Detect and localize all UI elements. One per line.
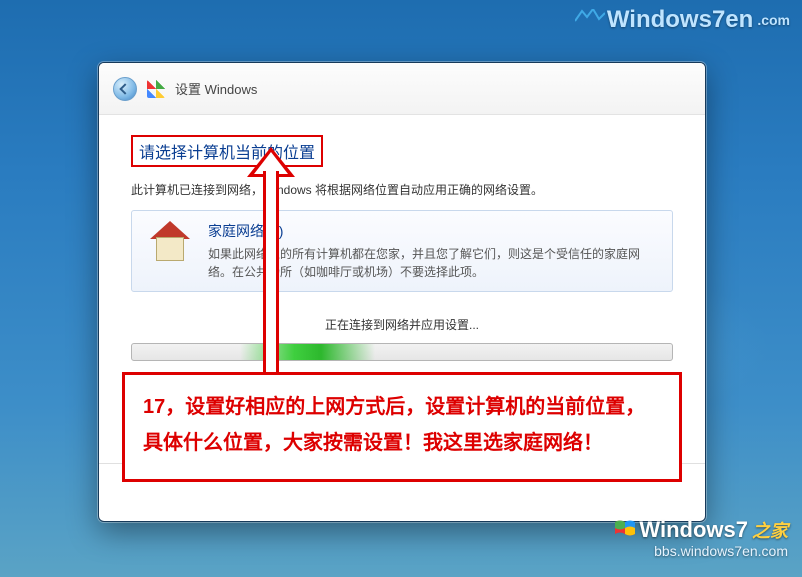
dialog-body: 请选择计算机当前的位置 此计算机已连接到网络，Windows 将根据网络位置自动… [99, 115, 705, 381]
watermark-top: Windows7en.com [575, 6, 790, 34]
windows-flag-icon [147, 80, 165, 98]
watermark-bottom: Windows7 之家 bbs.windows7en.com [615, 517, 788, 559]
progress-area: 正在连接到网络并应用设置... [131, 316, 673, 361]
watermark-top-brand: Windows7en [607, 6, 753, 34]
annotation-caption: 17，设置好相应的上网方式后，设置计算机的当前位置，具体什么位置，大家按需设置！… [122, 372, 682, 482]
option-title: 家庭网络(H) [208, 221, 658, 241]
option-home-network[interactable]: 家庭网络(H) 如果此网络上的所有计算机都在您家，并且您了解它们，则这是个受信任… [131, 210, 673, 292]
watermark-bottom-zhijia: 之家 [752, 517, 788, 543]
progress-bar [131, 343, 673, 361]
watermark-bottom-url: bbs.windows7en.com [615, 543, 788, 559]
option-desc: 如果此网络上的所有计算机都在您家，并且您了解它们，则这是个受信任的家庭网络。在公… [208, 245, 658, 281]
windows-flag-small-icon [615, 517, 635, 543]
subtext: 此计算机已连接到网络，Windows 将根据网络位置自动应用正确的网络设置。 [131, 181, 673, 198]
watermark-top-suffix: .com [757, 12, 790, 28]
mountain-icon [575, 2, 605, 30]
back-orb-icon[interactable] [113, 77, 137, 101]
house-icon [146, 221, 194, 265]
progress-label: 正在连接到网络并应用设置... [131, 316, 673, 333]
dialog-header: 设置 Windows [99, 63, 705, 115]
headline: 请选择计算机当前的位置 [131, 135, 323, 167]
watermark-bottom-brand: Windows7 [639, 517, 748, 543]
dialog-title: 设置 Windows [175, 79, 257, 98]
option-text: 家庭网络(H) 如果此网络上的所有计算机都在您家，并且您了解它们，则这是个受信任… [208, 221, 658, 281]
progress-fill [240, 344, 375, 360]
